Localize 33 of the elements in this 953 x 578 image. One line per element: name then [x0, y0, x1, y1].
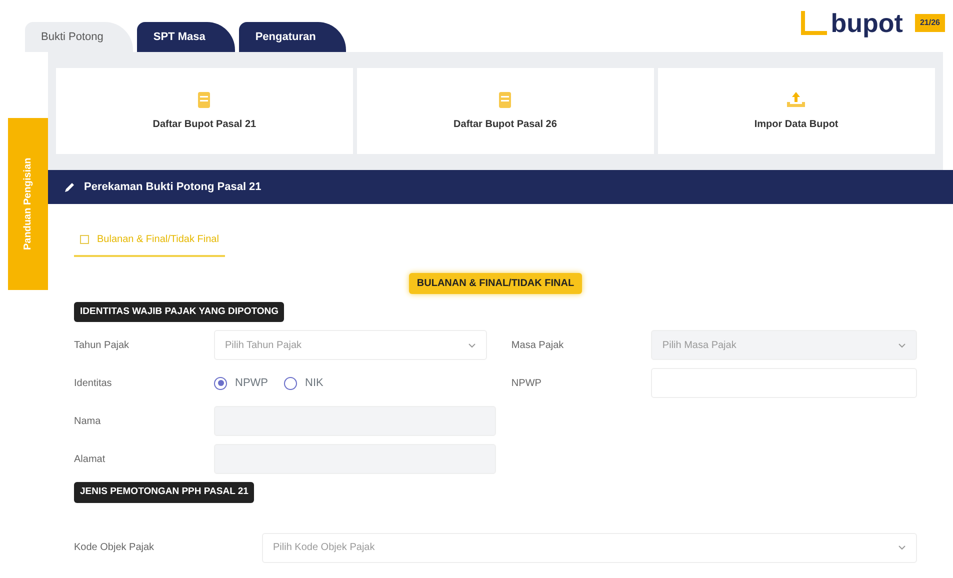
document-icon	[498, 90, 512, 108]
document-icon	[197, 90, 212, 108]
form-title: BULANAN & FINAL/TIDAK FINAL	[408, 273, 582, 294]
field-label: Identitas	[74, 376, 113, 391]
logo-icon	[800, 11, 827, 35]
upload-icon	[785, 90, 808, 108]
caret-icon	[898, 545, 906, 550]
logo-text: bupot	[830, 10, 903, 36]
field-label: Kode Objek Pajak	[74, 541, 156, 555]
pencil-icon	[64, 181, 76, 193]
field-label: NPWP	[511, 376, 542, 391]
radio-label[interactable]: NPWP	[235, 375, 268, 392]
field-label: Masa Pajak	[511, 338, 565, 353]
tab[interactable]: Bukti Potong	[25, 22, 134, 52]
field-label: Tahun Pajak	[74, 338, 130, 353]
tab[interactable]: Pengaturan	[239, 22, 346, 52]
radio-label[interactable]: NIK	[305, 375, 324, 392]
field-label: Nama	[74, 414, 102, 429]
radio-button[interactable]	[284, 376, 297, 390]
version-badge: 21/26	[914, 14, 945, 32]
menu-card[interactable]: Daftar Bupot Pasal 21	[56, 68, 353, 154]
select-field[interactable]: Pilih Kode Objek Pajak	[262, 532, 917, 562]
section-title: IDENTITAS WAJIB PAJAK YANG DIPOTONG	[74, 302, 284, 322]
caret-icon	[898, 342, 906, 348]
menu-card[interactable]: Impor Data Bupot	[658, 68, 935, 154]
radio-button[interactable]	[214, 376, 227, 390]
menu-card[interactable]: Daftar Bupot Pasal 26	[356, 68, 654, 154]
panel-header: Perekaman Bukti Potong Pasal 21	[48, 170, 953, 204]
section-title: JENIS PEMOTONGAN PPH PASAL 21	[74, 482, 254, 502]
select-field[interactable]: Pilih Tahun Pajak	[214, 330, 488, 360]
field-label: Alamat	[74, 452, 106, 467]
caret-icon	[468, 342, 476, 348]
tab[interactable]: SPT Masa	[137, 22, 236, 52]
